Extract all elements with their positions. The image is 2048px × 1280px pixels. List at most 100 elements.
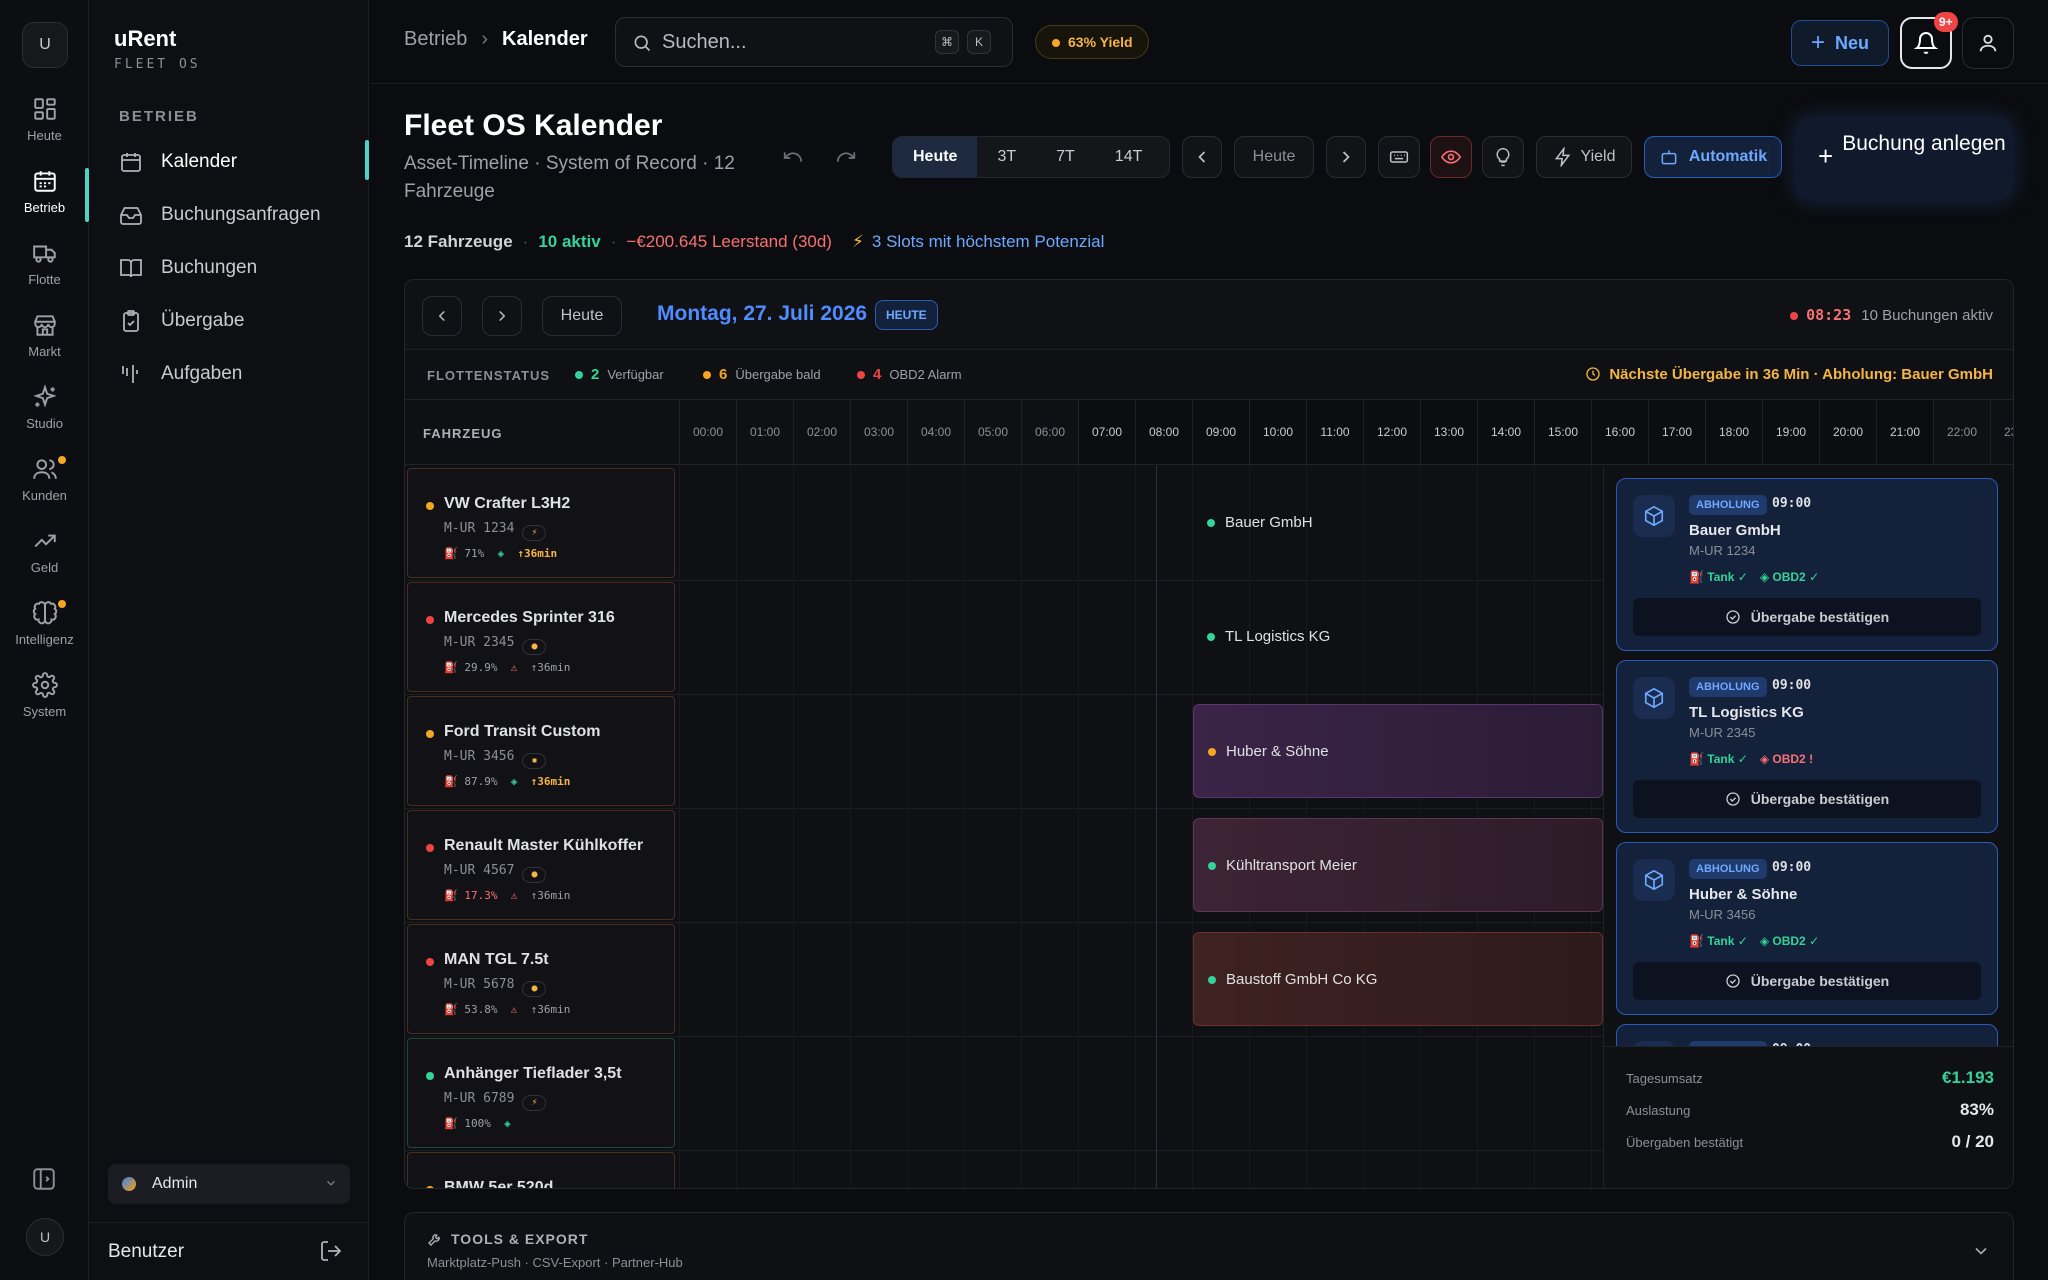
redo-button[interactable] bbox=[826, 137, 866, 177]
vehicle-card[interactable]: BMW 5er 520d bbox=[407, 1152, 675, 1188]
vehicle-row[interactable]: Mercedes Sprinter 316 M-UR 2345 ● ⛽ 29.9% ⚠… bbox=[405, 580, 679, 694]
fuel-level: 100% bbox=[464, 1117, 491, 1130]
vehicle-card[interactable]: MAN TGL 7.5t M-UR 5678 ● ⛽ 53.8% ⚠ ↑36min bbox=[407, 924, 675, 1034]
vehicle-card[interactable]: Anhänger Tieflader 3,5t M-UR 6789 ⚡ ⛽ 100% … bbox=[407, 1038, 675, 1148]
undo-button[interactable] bbox=[773, 137, 813, 177]
user-avatar[interactable]: U bbox=[26, 1218, 64, 1256]
confirm-handover-button[interactable]: Übergabe bestätigen bbox=[1633, 598, 1981, 636]
vehicle-meta: ⛽ 71% ◈ ↑36min bbox=[444, 547, 674, 560]
grid-column bbox=[1021, 466, 1022, 1188]
user-row: Benutzer bbox=[89, 1222, 369, 1280]
rail-item-kunden[interactable]: Kunden bbox=[0, 456, 89, 520]
rail-item-flotte[interactable]: Flotte bbox=[0, 240, 89, 304]
automatik-button[interactable]: Automatik bbox=[1644, 136, 1782, 178]
vehicle-row[interactable]: Renault Master Kühlkoffer M-UR 4567 ● ⛽ 17.… bbox=[405, 808, 679, 922]
next-range-button[interactable] bbox=[1326, 136, 1366, 178]
booking-block[interactable]: Kühltransport Meier bbox=[1193, 818, 1603, 912]
confirm-handover-button[interactable]: Übergabe bestätigen bbox=[1633, 780, 1981, 818]
bolt-icon bbox=[1554, 147, 1570, 167]
booking-block[interactable]: Baustoff GmbH Co KG bbox=[1193, 932, 1603, 1026]
next-day-button[interactable] bbox=[482, 296, 522, 336]
rail-item-heute[interactable]: Heute bbox=[0, 96, 89, 160]
hour-label: 03:00 bbox=[850, 400, 907, 464]
grid-column bbox=[907, 466, 908, 1188]
tab-view[interactable]: 14T bbox=[1095, 137, 1163, 177]
rail-item-studio[interactable]: Studio bbox=[0, 384, 89, 448]
yield-badge[interactable]: 63% Yield bbox=[1035, 25, 1149, 59]
eta-value: 36min bbox=[537, 775, 571, 788]
handover-card[interactable]: ABHOLUNG 09:00 Bauer GmbH M-UR 1234 ⛽ Tank ✓… bbox=[1616, 478, 1998, 651]
insights-button[interactable] bbox=[1482, 136, 1524, 178]
handover-customer: TL Logistics KG bbox=[1689, 704, 1804, 721]
profile-button[interactable] bbox=[1962, 17, 2014, 69]
role-select[interactable]: Admin bbox=[108, 1164, 350, 1204]
prev-day-button[interactable] bbox=[422, 296, 462, 336]
hour-label: 06:00 bbox=[1021, 400, 1078, 464]
status-obd[interactable]: 4 OBD2 Alarm bbox=[857, 366, 962, 383]
breadcrumb-parent[interactable]: Betrieb bbox=[404, 28, 467, 50]
vehicle-card[interactable]: Ford Transit Custom M-UR 3456 ▪ ⛽ 87.9% ◈ ↑… bbox=[407, 696, 675, 806]
grid-column bbox=[850, 466, 851, 1188]
sidebar-item-buchungen[interactable]: Buchungen bbox=[89, 246, 369, 290]
status-handover[interactable]: 6 Übergabe bald bbox=[703, 366, 821, 383]
vehicle-card[interactable]: Mercedes Sprinter 316 M-UR 2345 ● ⛽ 29.9% ⚠… bbox=[407, 582, 675, 692]
today-button[interactable]: Heute bbox=[542, 296, 622, 336]
handover-card[interactable]: ABHOLUNG 09:00 TL Logistics KG M-UR 2345 ⛽ T… bbox=[1616, 660, 1998, 833]
rail-item-geld[interactable]: Geld bbox=[0, 528, 89, 592]
preview-toggle-button[interactable] bbox=[1430, 136, 1472, 178]
confirm-handover-button[interactable]: Übergabe bestätigen bbox=[1633, 962, 1981, 1000]
vehicle-row[interactable]: VW Crafter L3H2 M-UR 1234 ⚡ ⛽ 71% ◈ ↑36min bbox=[405, 466, 679, 580]
hour-label: 10:00 bbox=[1249, 400, 1306, 464]
vehicle-card[interactable]: Renault Master Kühlkoffer M-UR 4567 ● ⛽ 17.… bbox=[407, 810, 675, 920]
fleet-stats: 12 Fahrzeuge · 10 aktiv · −€200.645 Leerstan… bbox=[404, 232, 1105, 251]
rail-item-intelligenz[interactable]: Intelligenz bbox=[0, 600, 89, 664]
booking-customer: Kühltransport Meier bbox=[1226, 857, 1357, 874]
next-handover-label: Nächste Übergabe in 36 Min · Abholung: B… bbox=[1609, 366, 1993, 383]
vehicle-type-icon: ● bbox=[522, 981, 547, 997]
status-available[interactable]: 2 Verfügbar bbox=[575, 366, 664, 383]
sidebar-item-aufgaben[interactable]: Aufgaben bbox=[89, 352, 369, 396]
util-value: 83% bbox=[1959, 1100, 1994, 1119]
vehicle-row[interactable]: MAN TGL 7.5t M-UR 5678 ● ⛽ 53.8% ⚠ ↑36min bbox=[405, 922, 679, 1036]
tab-view[interactable]: 30 bbox=[1162, 137, 1169, 177]
booking-block[interactable]: TL Logistics KG bbox=[1193, 590, 1603, 684]
booking-block[interactable]: Bauer GmbH bbox=[1193, 476, 1603, 570]
handover-card[interactable]: ABHOLUNG 09:00 Huber & Söhne M-UR 3456 ⛽ Tan… bbox=[1616, 842, 1998, 1015]
sidebar-item-kalender[interactable]: Kalender bbox=[89, 140, 369, 184]
vehicle-row[interactable]: Anhänger Tieflader 3,5t M-UR 6789 ⚡ ⛽ 100% … bbox=[405, 1036, 679, 1150]
role-label: Admin bbox=[152, 1175, 198, 1192]
stat-vehicles: 12 Fahrzeuge bbox=[404, 232, 513, 251]
tools-export-section[interactable]: TOOLS & EXPORT Marktplatz-Push · CSV-Exp… bbox=[404, 1212, 2014, 1280]
yield-button[interactable]: Yield bbox=[1536, 136, 1632, 178]
stat-slots[interactable]: ⚡ 3 Slots mit höchstem Potenzial bbox=[852, 232, 1104, 251]
fleet-status-bar: FLOTTENSTATUS 2 Verfügbar 6 Übergabe bald … bbox=[405, 350, 2013, 400]
sidebar-item-übergabe[interactable]: Übergabe bbox=[89, 299, 369, 343]
user-name: Benutzer bbox=[108, 1240, 185, 1262]
prev-range-button[interactable] bbox=[1182, 136, 1222, 178]
new-button[interactable]: + Neu bbox=[1791, 20, 1889, 66]
notification-dot-icon bbox=[58, 456, 66, 464]
keyboard-button[interactable] bbox=[1378, 136, 1420, 178]
today-range-button[interactable]: Heute bbox=[1234, 136, 1314, 178]
vehicle-meta: ⛽ 29.9% ⚠ ↑36min bbox=[444, 661, 674, 674]
search-input[interactable]: Suchen... ⌘ K bbox=[615, 17, 1013, 67]
rail-item-markt[interactable]: Markt bbox=[0, 312, 89, 376]
hour-label: 07:00 bbox=[1078, 400, 1135, 464]
tab-view[interactable]: 7T bbox=[1036, 137, 1095, 177]
vehicle-card[interactable]: VW Crafter L3H2 M-UR 1234 ⚡ ⛽ 71% ◈ ↑36min bbox=[407, 468, 675, 578]
tab-view[interactable]: Heute bbox=[893, 137, 978, 177]
rail-item-betrieb[interactable]: Betrieb bbox=[0, 168, 89, 232]
collapse-sidebar-icon[interactable] bbox=[31, 1166, 57, 1192]
vehicle-row[interactable]: BMW 5er 520d bbox=[405, 1150, 679, 1188]
create-booking-button[interactable]: + Buchung anlegen bbox=[1796, 118, 2012, 200]
logout-icon[interactable] bbox=[319, 1239, 343, 1263]
next-handover[interactable]: Nächste Übergabe in 36 Min · Abholung: B… bbox=[1585, 366, 1993, 383]
workspace-logo[interactable]: U bbox=[22, 22, 68, 68]
vehicle-row[interactable]: Ford Transit Custom M-UR 3456 ▪ ⛽ 87.9% ◈ ↑… bbox=[405, 694, 679, 808]
rail-item-system[interactable]: System bbox=[0, 672, 89, 736]
booking-block[interactable]: Huber & Söhne bbox=[1193, 704, 1603, 798]
handover-checks: ⛽ Tank ✓ ◈ OBD2 ✓ bbox=[1689, 570, 1831, 584]
now-indicator bbox=[1156, 466, 1157, 1188]
tab-view[interactable]: 3T bbox=[977, 137, 1036, 177]
sidebar-item-buchungsanfragen[interactable]: Buchungsanfragen bbox=[89, 193, 369, 237]
